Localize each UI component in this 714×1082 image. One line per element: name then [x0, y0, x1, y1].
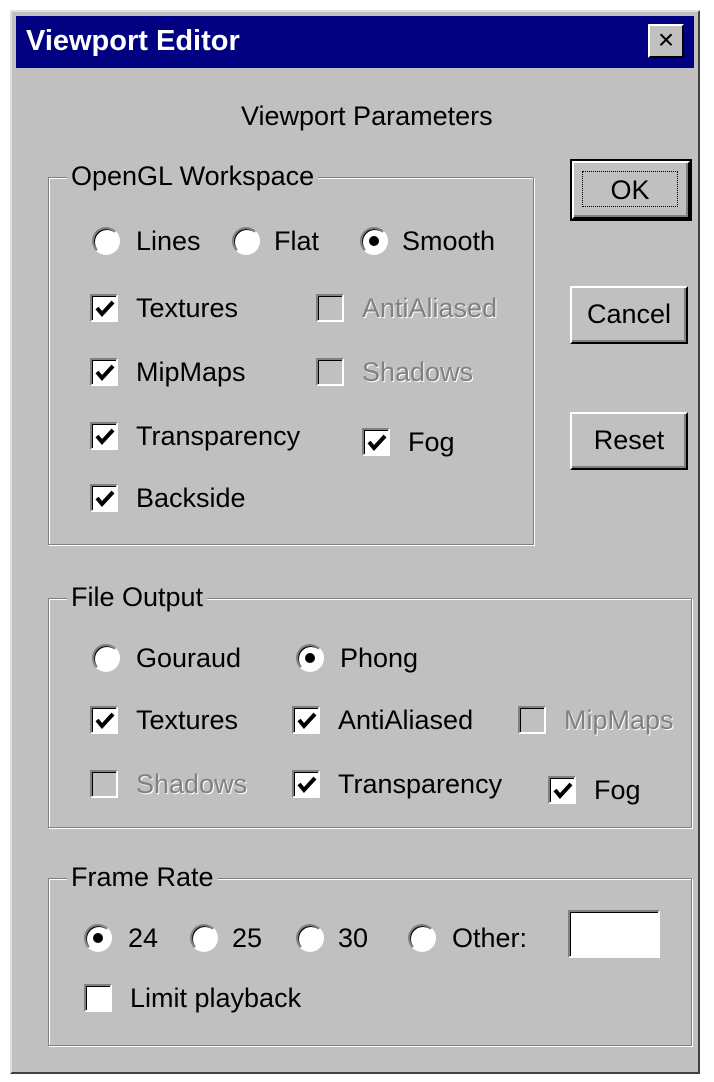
radio-fps-other[interactable]: [408, 924, 436, 952]
file-mipmaps-label: MipMaps: [564, 705, 674, 735]
radio-selected-dot: [93, 933, 103, 943]
checkmark-icon: [95, 490, 115, 508]
file-textures-label: Textures: [136, 705, 239, 735]
reset-button[interactable]: Reset: [570, 412, 688, 470]
checkmark-icon: [367, 434, 387, 452]
radio-fps-24-label: 24: [128, 923, 159, 953]
opengl-fog-label: Fog: [408, 427, 455, 457]
opengl-fog-checkbox[interactable]: [362, 428, 390, 456]
radio-flat[interactable]: [232, 227, 260, 255]
radio-selected-dot: [305, 653, 315, 663]
radio-phong[interactable]: [296, 644, 324, 672]
file-transparency-checkbox[interactable]: [292, 770, 320, 798]
file-fog-label: Fog: [594, 775, 641, 805]
cancel-button[interactable]: Cancel: [570, 286, 688, 344]
file-fog-checkbox[interactable]: [548, 776, 576, 804]
radio-selected-dot: [369, 236, 379, 246]
viewport-editor-dialog: Viewport Editor × Viewport Parameters Op…: [10, 10, 700, 1074]
opengl-workspace-legend: OpenGL Workspace: [67, 160, 319, 192]
ok-button[interactable]: OK: [570, 159, 692, 221]
radio-gouraud[interactable]: [92, 644, 120, 672]
opengl-mipmaps-checkbox[interactable]: [90, 358, 118, 386]
radio-fps-30[interactable]: [296, 924, 324, 952]
opengl-mipmaps-label: MipMaps: [136, 357, 246, 387]
checkmark-icon: [95, 364, 115, 382]
file-antialiased-label: AntiAliased: [338, 705, 474, 735]
opengl-transparency-label: Transparency: [136, 421, 301, 451]
opengl-textures-checkbox[interactable]: [90, 294, 118, 322]
frame-rate-group: Frame Rate: [48, 861, 692, 1046]
opengl-transparency-checkbox[interactable]: [90, 422, 118, 450]
opengl-textures-label: Textures: [136, 293, 239, 323]
radio-lines[interactable]: [92, 227, 120, 255]
radio-smooth-label: Smooth: [402, 226, 496, 256]
checkmark-icon: [95, 300, 115, 318]
radio-fps-30-label: 30: [338, 923, 369, 953]
file-antialiased-checkbox[interactable]: [292, 706, 320, 734]
checkmark-icon: [95, 428, 115, 446]
file-shadows-checkbox: [90, 770, 118, 798]
checkmark-icon: [95, 712, 115, 730]
file-mipmaps-checkbox: [518, 706, 546, 734]
radio-smooth[interactable]: [360, 227, 388, 255]
file-shadows-label: Shadows: [136, 769, 248, 799]
opengl-antialiased-label: AntiAliased: [362, 293, 498, 323]
dialog-title: Viewport Editor: [26, 25, 240, 57]
close-button[interactable]: ×: [648, 24, 684, 58]
file-output-legend: File Output: [67, 581, 208, 613]
checkmark-icon: [297, 776, 317, 794]
radio-lines-label: Lines: [136, 226, 201, 256]
opengl-backside-checkbox[interactable]: [90, 484, 118, 512]
opengl-backside-label: Backside: [136, 483, 246, 513]
radio-fps-other-label: Other:: [452, 923, 528, 953]
opengl-antialiased-checkbox: [316, 294, 344, 322]
opengl-shadows-checkbox: [316, 358, 344, 386]
ok-button-label: OK: [582, 171, 678, 207]
close-icon: ×: [657, 24, 675, 55]
limit-playback-checkbox[interactable]: [84, 984, 112, 1012]
radio-fps-25-label: 25: [232, 923, 263, 953]
file-transparency-label: Transparency: [338, 769, 503, 799]
radio-fps-25[interactable]: [190, 924, 218, 952]
other-fps-input[interactable]: [568, 910, 660, 958]
section-heading: Viewport Parameters: [241, 101, 493, 131]
radio-flat-label: Flat: [274, 226, 320, 256]
title-bar[interactable]: Viewport Editor ×: [16, 16, 694, 68]
limit-playback-label: Limit playback: [130, 983, 302, 1013]
checkmark-icon: [553, 782, 573, 800]
radio-fps-24[interactable]: [84, 924, 112, 952]
frame-rate-legend: Frame Rate: [67, 861, 218, 893]
radio-gouraud-label: Gouraud: [136, 643, 242, 673]
file-textures-checkbox[interactable]: [90, 706, 118, 734]
opengl-shadows-label: Shadows: [362, 357, 474, 387]
checkmark-icon: [297, 712, 317, 730]
radio-phong-label: Phong: [340, 643, 419, 673]
